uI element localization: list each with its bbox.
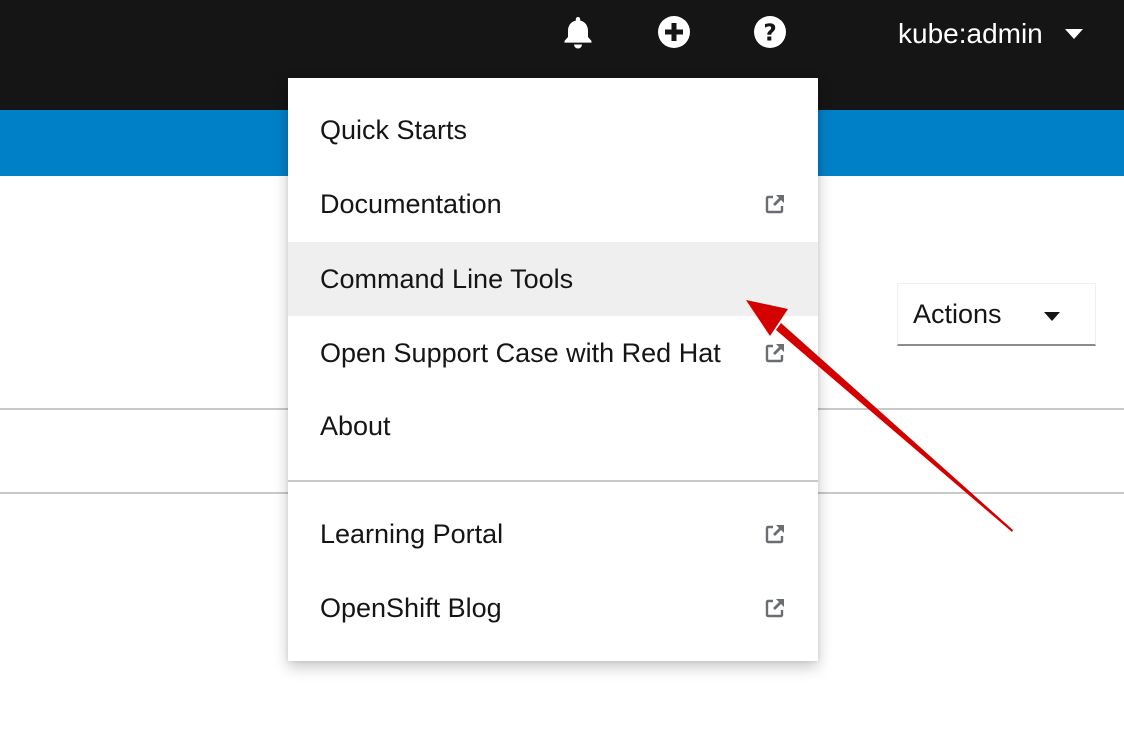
external-link-icon — [765, 525, 784, 544]
menu-item-label: Learning Portal — [320, 518, 504, 549]
menu-item-learning-portal[interactable]: Learning Portal — [288, 497, 818, 571]
caret-down-icon — [1064, 29, 1083, 39]
menu-item-label: Quick Starts — [320, 114, 468, 145]
menu-item-label: Open Support Case with Red Hat — [320, 337, 721, 368]
menu-item-open-support-case[interactable]: Open Support Case with Red Hat — [288, 316, 818, 390]
actions-label: Actions — [913, 298, 1002, 329]
menu-item-label: Command Line Tools — [320, 263, 574, 294]
bell-icon[interactable] — [560, 14, 596, 50]
question-circle-icon[interactable]: ? — [752, 14, 788, 50]
menu-item-label: Documentation — [320, 188, 502, 219]
menu-item-about[interactable]: About — [288, 389, 818, 463]
help-menu: Quick Starts Documentation Command Line … — [288, 78, 818, 661]
menu-item-command-line-tools[interactable]: Command Line Tools — [288, 242, 818, 316]
menu-item-documentation[interactable]: Documentation — [288, 167, 818, 241]
menu-item-label: OpenShift Blog — [320, 592, 502, 623]
menu-divider — [288, 480, 818, 482]
menu-item-openshift-blog[interactable]: OpenShift Blog — [288, 571, 818, 645]
external-link-icon — [765, 599, 784, 618]
user-name: kube:admin — [898, 18, 1043, 49]
svg-text:?: ? — [763, 21, 776, 47]
menu-item-label: About — [320, 410, 391, 441]
user-menu-toggle[interactable]: kube:admin — [898, 12, 1083, 56]
caret-down-icon — [1044, 312, 1060, 321]
external-link-icon — [765, 344, 784, 363]
actions-dropdown[interactable]: Actions — [897, 283, 1096, 346]
external-link-icon — [765, 195, 784, 214]
plus-circle-icon[interactable] — [656, 14, 692, 50]
menu-item-quick-starts[interactable]: Quick Starts — [288, 93, 818, 167]
